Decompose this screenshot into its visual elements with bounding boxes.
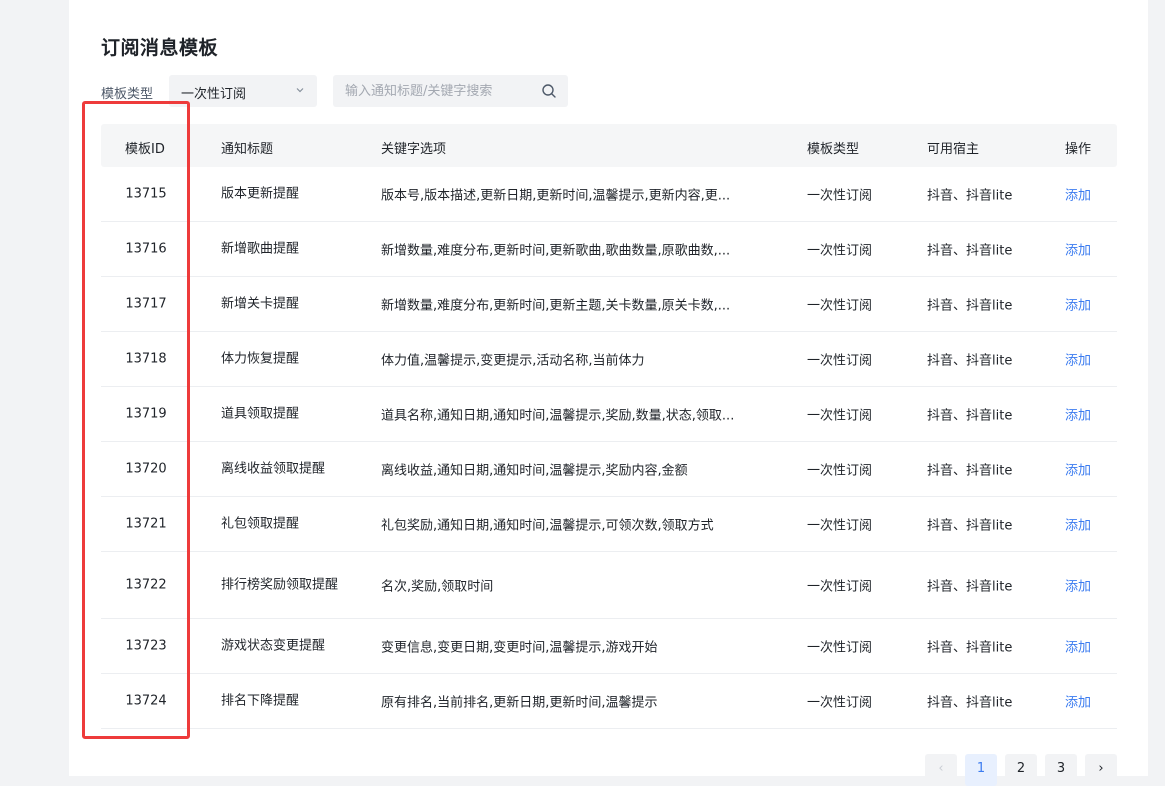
add-link[interactable]: 添加	[1065, 350, 1091, 369]
notice-title-cell: 排名下降提醒	[221, 693, 300, 709]
available-host-cell: 抖音、抖音lite	[927, 518, 1013, 534]
notice-title-cell: 体力恢复提醒	[221, 351, 300, 367]
available-host-cell: 抖音、抖音lite	[927, 408, 1013, 424]
notice-title-cell: 道具领取提醒	[221, 406, 300, 422]
keywords-cell: 新增数量,难度分布,更新时间,更新歌曲,歌曲数量,原歌曲数,...	[381, 243, 731, 259]
keywords-cell: 变更信息,变更日期,变更时间,温馨提示,游戏开始	[381, 640, 658, 656]
notice-title-cell: 离线收益领取提醒	[221, 461, 326, 477]
add-link[interactable]: 添加	[1065, 460, 1091, 479]
template-type-cell: 一次性订阅	[807, 243, 873, 259]
table-row: 13719 道具领取提醒 道具名称,通知日期,通知时间,温馨提示,奖励,数量,状态,…	[101, 387, 1117, 442]
available-host-cell: 抖音、抖音lite	[927, 353, 1013, 369]
table-row: 13723 游戏状态变更提醒 变更信息,变更日期,变更时间,温馨提示,游戏开始 一次性…	[101, 619, 1117, 674]
table-row: 13721 礼包领取提醒 礼包奖励,通知日期,通知时间,温馨提示,可领次数,领取方式…	[101, 497, 1117, 552]
template-type-cell: 一次性订阅	[807, 518, 873, 534]
available-host-cell: 抖音、抖音lite	[927, 463, 1013, 479]
template-type-value: 一次性订阅	[181, 87, 247, 102]
add-link[interactable]: 添加	[1065, 295, 1091, 314]
template-type-cell: 一次性订阅	[807, 640, 873, 656]
add-link[interactable]: 添加	[1065, 515, 1091, 534]
available-host-cell: 抖音、抖音lite	[927, 188, 1013, 204]
table-body: 13715 版本更新提醒 版本号,版本描述,更新日期,更新时间,温馨提示,更新内容,…	[101, 167, 1117, 729]
available-host-cell: 抖音、抖音lite	[927, 695, 1013, 711]
keywords-cell: 名次,奖励,领取时间	[381, 579, 494, 595]
keywords-cell: 体力值,温馨提示,变更提示,活动名称,当前体力	[381, 353, 645, 369]
pagination-next[interactable]: ›	[1085, 754, 1117, 786]
template-type-cell: 一次性订阅	[807, 353, 873, 369]
table-row: 13716 新增歌曲提醒 新增数量,难度分布,更新时间,更新歌曲,歌曲数量,原歌曲数…	[101, 222, 1117, 277]
available-host-cell: 抖音、抖音lite	[927, 298, 1013, 314]
add-link[interactable]: 添加	[1065, 576, 1091, 595]
add-link[interactable]: 添加	[1065, 185, 1091, 204]
notice-title-cell: 游戏状态变更提醒	[221, 638, 326, 654]
keywords-cell: 原有排名,当前排名,更新日期,更新时间,温馨提示	[381, 695, 658, 711]
notice-title-cell: 新增关卡提醒	[221, 296, 300, 312]
template-type-cell: 一次性订阅	[807, 579, 873, 595]
template-type-label: 模板类型	[101, 87, 154, 102]
keywords-cell: 新增数量,难度分布,更新时间,更新主题,关卡数量,原关卡数,...	[381, 298, 731, 314]
page-title: 订阅消息模板	[101, 37, 219, 59]
table-row: 13718 体力恢复提醒 体力值,温馨提示,变更提示,活动名称,当前体力 一次性订阅抖…	[101, 332, 1117, 387]
keywords-cell: 道具名称,通知日期,通知时间,温馨提示,奖励,数量,状态,领取...	[381, 408, 735, 424]
notice-title-cell: 版本更新提醒	[221, 186, 300, 202]
add-link[interactable]: 添加	[1065, 405, 1091, 424]
available-host-cell: 抖音、抖音lite	[927, 640, 1013, 656]
template-type-cell: 一次性订阅	[807, 298, 873, 314]
available-host-cell: 抖音、抖音lite	[927, 579, 1013, 595]
add-link[interactable]: 添加	[1065, 240, 1091, 259]
template-type-select[interactable]: 一次性订阅	[169, 75, 317, 107]
table-row: 13722 排行榜奖励领取提醒 名次,奖励,领取时间 一次性订阅 抖音、抖音lite 添加	[101, 552, 1117, 619]
table-header: 模板ID 通知标题 关键字选项 模板类型 可用宿主 操作	[101, 124, 1117, 167]
pagination-page-2[interactable]: 2	[1005, 754, 1037, 786]
table-row: 13717 新增关卡提醒 新增数量,难度分布,更新时间,更新主题,关卡数量,原关卡数…	[101, 277, 1117, 332]
pagination-page-3[interactable]: 3	[1045, 754, 1077, 786]
template-type-cell: 一次性订阅	[807, 463, 873, 479]
notice-title-cell: 礼包领取提醒	[221, 516, 300, 532]
pagination-prev[interactable]: ‹	[925, 754, 957, 786]
add-link[interactable]: 添加	[1065, 692, 1091, 711]
search-input[interactable]	[333, 75, 545, 107]
pagination-page-1[interactable]: 1	[965, 754, 997, 786]
template-type-cell: 一次性订阅	[807, 695, 873, 711]
search-box[interactable]	[333, 75, 568, 107]
table-row: 13715 版本更新提醒 版本号,版本描述,更新日期,更新时间,温馨提示,更新内容,…	[101, 167, 1117, 222]
notice-title-cell: 排行榜奖励领取提醒	[221, 577, 339, 593]
header-operation: 操作	[1065, 142, 1092, 157]
header-keywords: 关键字选项	[381, 142, 447, 157]
header-available-host: 可用宿主	[927, 142, 980, 157]
keywords-cell: 离线收益,通知日期,通知时间,温馨提示,奖励内容,金额	[381, 463, 688, 479]
available-host-cell: 抖音、抖音lite	[927, 243, 1013, 259]
add-link[interactable]: 添加	[1065, 637, 1091, 656]
table-row: 13724 排名下降提醒 原有排名,当前排名,更新日期,更新时间,温馨提示 一次性订阅…	[101, 674, 1117, 729]
template-type-cell: 一次性订阅	[807, 188, 873, 204]
notice-title-cell: 新增歌曲提醒	[221, 241, 300, 257]
keywords-cell: 版本号,版本描述,更新日期,更新时间,温馨提示,更新内容,更...	[381, 188, 731, 204]
table-row: 13720 离线收益领取提醒 离线收益,通知日期,通知时间,温馨提示,奖励内容,金额…	[101, 442, 1117, 497]
template-type-cell: 一次性订阅	[807, 408, 873, 424]
search-icon[interactable]	[541, 83, 557, 99]
chevron-down-icon	[296, 88, 304, 93]
highlight-box	[82, 101, 190, 739]
keywords-cell: 礼包奖励,通知日期,通知时间,温馨提示,可领次数,领取方式	[381, 518, 714, 534]
header-template-type: 模板类型	[807, 142, 860, 157]
header-notice-title: 通知标题	[221, 142, 274, 157]
